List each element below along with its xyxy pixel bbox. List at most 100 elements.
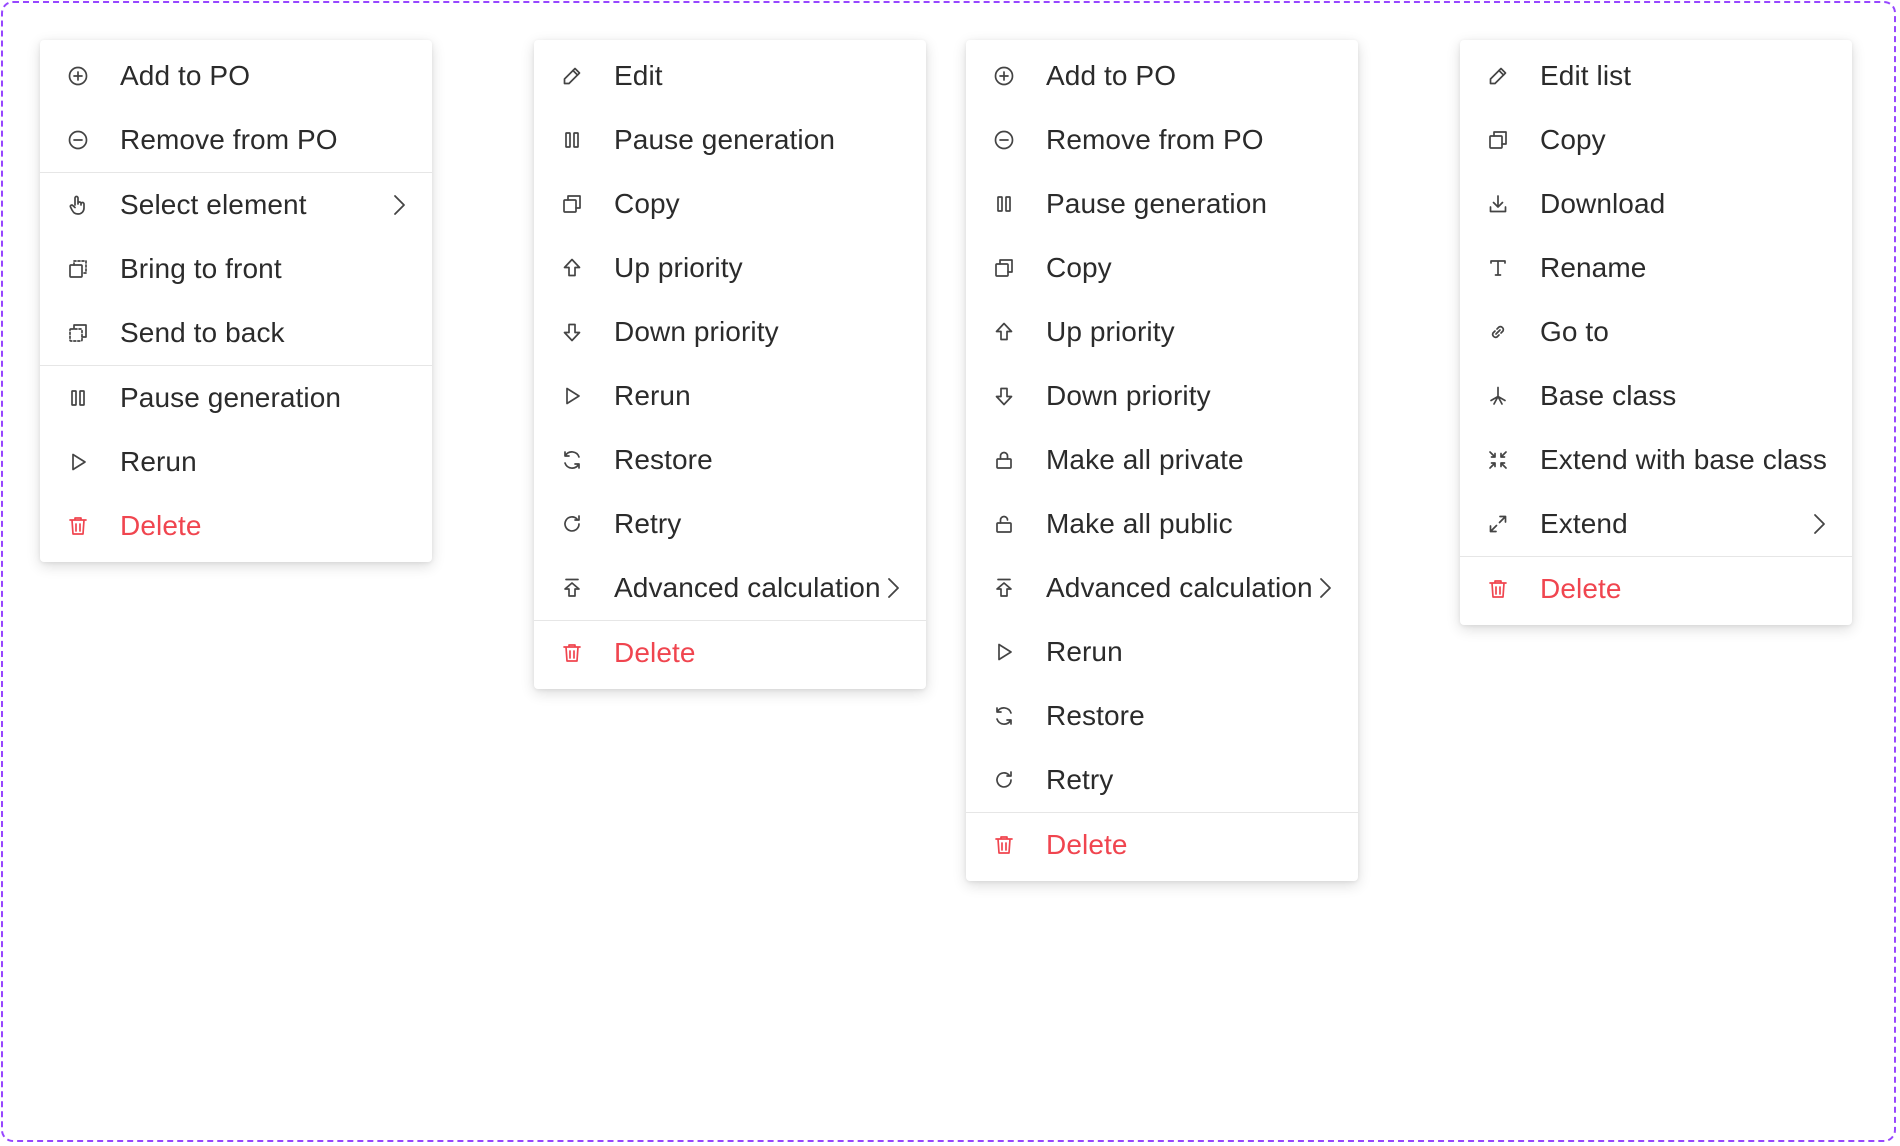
menu-item-select-element[interactable]: Select element <box>40 173 432 237</box>
menu-item-label: Extend with base class <box>1540 444 1828 475</box>
menu-item-edit-list[interactable]: Edit list <box>1460 44 1852 108</box>
menu-item-label: Pause generation <box>120 382 342 413</box>
menu-item-delete[interactable]: Delete <box>1460 557 1852 621</box>
menu-item-edit[interactable]: Edit <box>534 44 926 108</box>
menu-item-label: Add to PO <box>120 60 251 91</box>
menu-item-restore[interactable]: Restore <box>966 684 1358 748</box>
menu-item-label: Rerun <box>614 380 691 411</box>
menu-item-label: Down priority <box>1046 380 1211 411</box>
asterisk-icon <box>1484 382 1512 410</box>
menu-item-label: Restore <box>1046 700 1145 731</box>
text-icon <box>1484 254 1512 282</box>
context-menu-3: Add to PO Remove from PO Pause generation C… <box>966 40 1358 881</box>
menu-item-label: Pause generation <box>1046 188 1268 219</box>
menu-item-rename[interactable]: Rename <box>1460 236 1852 300</box>
menu-item-label: Delete <box>120 510 202 541</box>
menu-item-label: Add to PO <box>1046 60 1177 91</box>
menu-item-pause-generation[interactable]: Pause generation <box>40 366 432 430</box>
menu-item-rerun[interactable]: Rerun <box>40 430 432 494</box>
trash-icon <box>64 512 92 540</box>
menu-item-base-class[interactable]: Base class <box>1460 364 1852 428</box>
link-icon <box>1484 318 1512 346</box>
menu-item-make-all-public[interactable]: Make all public <box>966 492 1358 556</box>
download-icon <box>1484 190 1512 218</box>
menu-item-delete[interactable]: Delete <box>40 494 432 558</box>
menu-item-retry[interactable]: Retry <box>534 492 926 556</box>
menu-item-pause-generation[interactable]: Pause generation <box>534 108 926 172</box>
menu-item-label: Make all public <box>1046 508 1233 539</box>
menu-item-up-priority[interactable]: Up priority <box>534 236 926 300</box>
menu-item-go-to[interactable]: Go to <box>1460 300 1852 364</box>
menu-item-retry[interactable]: Retry <box>966 748 1358 812</box>
menu-item-rerun[interactable]: Rerun <box>534 364 926 428</box>
menu-item-down-priority[interactable]: Down priority <box>534 300 926 364</box>
menu-item-copy[interactable]: Copy <box>534 172 926 236</box>
menu-item-down-priority[interactable]: Down priority <box>966 364 1358 428</box>
menu-item-advanced-calculation[interactable]: Advanced calculation <box>966 556 1358 620</box>
menu-item-label: Rename <box>1540 252 1647 283</box>
expand-arrows-icon <box>1484 510 1512 538</box>
menu-item-label: Copy <box>1540 124 1606 155</box>
advanced-calc-icon <box>990 574 1018 602</box>
menu-item-label: Remove from PO <box>1046 124 1264 155</box>
menu-item-copy[interactable]: Copy <box>1460 108 1852 172</box>
menu-item-advanced-calculation[interactable]: Advanced calculation <box>534 556 926 620</box>
chevron-right-icon <box>1313 574 1334 602</box>
menu-item-delete[interactable]: Delete <box>534 621 926 685</box>
minus-circle-icon <box>64 126 92 154</box>
menu-item-remove-from-po[interactable]: Remove from PO <box>966 108 1358 172</box>
menu-item-send-to-back[interactable]: Send to back <box>40 301 432 365</box>
menu-item-label: Send to back <box>120 317 285 348</box>
context-menu-2: Edit Pause generation Copy Up priority Down … <box>534 40 926 689</box>
menu-item-label: Make all private <box>1046 444 1244 475</box>
menu-item-label: Base class <box>1540 380 1677 411</box>
trash-icon <box>990 831 1018 859</box>
menu-item-remove-from-po[interactable]: Remove from PO <box>40 108 432 172</box>
trash-icon <box>1484 575 1512 603</box>
menu-item-label: Delete <box>1540 573 1622 604</box>
pencil-icon <box>558 62 586 90</box>
menu-item-label: Pause generation <box>614 124 836 155</box>
plus-circle-icon <box>990 62 1018 90</box>
plus-circle-icon <box>64 62 92 90</box>
unlock-icon <box>990 510 1018 538</box>
menu-item-pause-generation[interactable]: Pause generation <box>966 172 1358 236</box>
chevron-right-icon <box>881 574 902 602</box>
context-menu-4: Edit list Copy Download Rename Go to Base cla… <box>1460 40 1852 625</box>
menu-item-bring-to-front[interactable]: Bring to front <box>40 237 432 301</box>
menu-item-make-all-private[interactable]: Make all private <box>966 428 1358 492</box>
pause-icon <box>64 384 92 412</box>
retry-icon <box>558 510 586 538</box>
minus-circle-icon <box>990 126 1018 154</box>
menu-item-label: Delete <box>1046 829 1128 860</box>
menu-item-restore[interactable]: Restore <box>534 428 926 492</box>
menu-item-label: Up priority <box>1046 316 1175 347</box>
pause-icon <box>990 190 1018 218</box>
retry-icon <box>990 766 1018 794</box>
menu-item-extend-with-base-class[interactable]: Extend with base class <box>1460 428 1852 492</box>
menu-item-label: Retry <box>614 508 682 539</box>
menu-item-up-priority[interactable]: Up priority <box>966 300 1358 364</box>
menu-item-label: Edit <box>614 60 663 91</box>
play-icon <box>990 638 1018 666</box>
menu-item-label: Advanced calculation <box>614 572 881 603</box>
menu-item-label: Select element <box>120 189 307 220</box>
menu-item-label: Retry <box>1046 764 1114 795</box>
arrow-up-icon <box>558 254 586 282</box>
menu-item-copy[interactable]: Copy <box>966 236 1358 300</box>
context-menu-1: Add to PO Remove from PO Select element Bri… <box>40 40 432 562</box>
menu-item-extend[interactable]: Extend <box>1460 492 1852 556</box>
menu-item-add-to-po[interactable]: Add to PO <box>40 44 432 108</box>
menu-item-add-to-po[interactable]: Add to PO <box>966 44 1358 108</box>
menu-item-rerun[interactable]: Rerun <box>966 620 1358 684</box>
play-icon <box>64 448 92 476</box>
restore-icon <box>990 702 1018 730</box>
menu-item-download[interactable]: Download <box>1460 172 1852 236</box>
menu-item-label: Edit list <box>1540 60 1632 91</box>
menu-item-label: Download <box>1540 188 1666 219</box>
menu-item-delete[interactable]: Delete <box>966 813 1358 877</box>
copy-icon <box>1484 126 1512 154</box>
copy-icon <box>558 190 586 218</box>
menu-item-label: Down priority <box>614 316 779 347</box>
lock-icon <box>990 446 1018 474</box>
